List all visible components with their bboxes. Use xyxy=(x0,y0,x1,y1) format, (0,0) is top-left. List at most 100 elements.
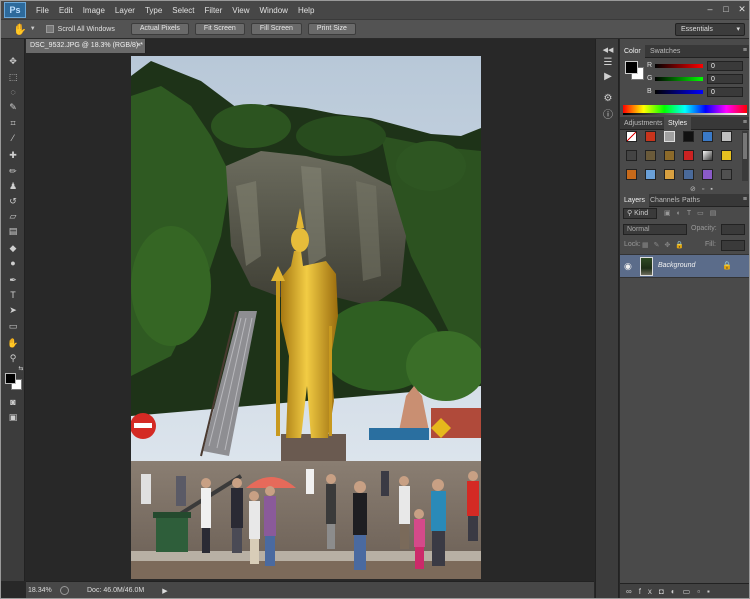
add-mask-icon[interactable]: ◘ xyxy=(659,587,671,596)
document-canvas[interactable] xyxy=(131,56,481,579)
quick-select-tool-icon[interactable]: ✎ xyxy=(7,101,19,113)
grayscale-ramp[interactable] xyxy=(623,113,747,115)
lasso-tool-icon[interactable]: ◌ xyxy=(7,86,19,98)
maximize-icon[interactable]: □ xyxy=(721,4,731,14)
tab-paths[interactable]: Paths xyxy=(678,194,704,207)
panel-menu-icon[interactable]: ≡ xyxy=(743,119,747,126)
tab-layers[interactable]: Layers xyxy=(620,194,650,207)
lock-transparency-icon[interactable]: ▦ xyxy=(642,242,654,249)
clone-stamp-tool-icon[interactable]: ♟ xyxy=(7,180,19,192)
blend-mode-select[interactable]: Normal xyxy=(623,224,687,235)
type-filter-icon[interactable]: T xyxy=(687,210,697,217)
style-swatch[interactable] xyxy=(683,169,694,180)
hand-tool-icon[interactable]: ✋ xyxy=(7,337,19,349)
close-document-icon[interactable]: × xyxy=(137,39,141,53)
lock-all-icon[interactable]: 🔒 xyxy=(675,242,689,249)
style-swatch[interactable] xyxy=(664,169,675,180)
document-size-info[interactable]: Doc: 46.0M/46.0M xyxy=(87,587,144,594)
tab-color[interactable]: Color xyxy=(620,45,645,58)
quick-mask-icon[interactable]: ◙ xyxy=(7,396,19,408)
new-adjustment-layer-icon[interactable]: ◐ xyxy=(671,587,683,596)
actions-panel-icon[interactable]: ▶ xyxy=(602,71,614,83)
shape-tool-icon[interactable]: ▭ xyxy=(7,320,19,332)
scroll-all-windows-checkbox[interactable] xyxy=(45,25,54,33)
style-swatch[interactable] xyxy=(702,169,713,180)
trash-icon[interactable]: ▪ xyxy=(707,587,717,596)
green-value-field[interactable]: 0 xyxy=(707,74,743,84)
style-swatch[interactable] xyxy=(626,131,637,142)
style-swatch[interactable] xyxy=(721,150,732,161)
style-swatch[interactable] xyxy=(664,131,675,142)
visibility-eye-icon[interactable]: ◉ xyxy=(624,261,632,272)
marquee-tool-icon[interactable]: ⬚ xyxy=(7,71,19,83)
foreground-color-swatch[interactable] xyxy=(5,373,16,384)
blue-slider[interactable] xyxy=(655,90,703,94)
clear-style-icon[interactable]: ⊘ xyxy=(690,186,702,193)
menu-type[interactable]: Type xyxy=(145,6,162,15)
red-slider[interactable] xyxy=(655,64,703,68)
new-group-icon[interactable]: ▭ xyxy=(683,587,698,596)
path-selection-tool-icon[interactable]: ➤ xyxy=(7,304,19,316)
history-brush-tool-icon[interactable]: ↺ xyxy=(7,195,19,207)
styles-scrollbar[interactable] xyxy=(742,131,748,181)
workspace-select[interactable]: Essentials ▾ xyxy=(675,23,745,36)
style-swatch[interactable] xyxy=(645,150,656,161)
layer-filter-select[interactable]: ⚲ Kind xyxy=(623,208,657,219)
style-swatch[interactable] xyxy=(721,131,732,142)
new-layer-icon[interactable]: ▫ xyxy=(697,587,707,596)
style-swatch[interactable] xyxy=(626,150,637,161)
menu-filter[interactable]: Filter xyxy=(205,6,223,15)
canvas-area[interactable] xyxy=(26,53,594,581)
smart-object-filter-icon[interactable]: ▤ xyxy=(710,210,723,217)
panel-menu-icon[interactable]: ≡ xyxy=(743,47,747,54)
style-swatch[interactable] xyxy=(664,150,675,161)
minimize-icon[interactable]: – xyxy=(705,4,715,14)
healing-brush-tool-icon[interactable]: ✚ xyxy=(7,149,19,161)
pen-tool-icon[interactable]: ✒ xyxy=(7,274,19,286)
hand-tool-icon[interactable]: ✋ xyxy=(13,23,27,36)
link-layers-icon[interactable]: ∞ xyxy=(626,587,639,596)
style-swatch[interactable] xyxy=(721,169,732,180)
menu-image[interactable]: Image xyxy=(83,6,105,15)
fit-screen-button[interactable]: Fit Screen xyxy=(194,23,245,35)
menu-help[interactable]: Help xyxy=(298,6,314,15)
layer-name[interactable]: Background xyxy=(658,262,695,269)
foreground-color-swatch[interactable] xyxy=(625,61,638,74)
eyedropper-tool-icon[interactable]: ⁄ xyxy=(7,132,19,144)
lock-pixels-icon[interactable]: ✎ xyxy=(654,242,665,249)
layer-row-background[interactable]: ◉ Background 🔒 xyxy=(620,254,749,278)
trash-icon[interactable]: ▪ xyxy=(710,186,718,193)
actual-pixels-button[interactable]: Actual Pixels xyxy=(130,23,189,35)
info-panel-icon[interactable]: ⓘ xyxy=(602,110,614,122)
tool-preset-chevron-down-icon[interactable]: ▼ xyxy=(30,26,36,32)
blue-value-field[interactable]: 0 xyxy=(707,87,743,97)
tab-adjustments[interactable]: Adjustments xyxy=(620,117,667,130)
shape-filter-icon[interactable]: ▭ xyxy=(697,210,710,217)
style-swatch[interactable] xyxy=(626,169,637,180)
eraser-tool-icon[interactable]: ▱ xyxy=(7,210,19,222)
color-spectrum-bar[interactable] xyxy=(623,105,747,113)
crop-tool-icon[interactable]: ⌗ xyxy=(7,117,19,129)
style-swatch[interactable] xyxy=(683,131,694,142)
properties-panel-icon[interactable]: ⚙ xyxy=(602,93,614,105)
screen-mode-icon[interactable]: ▣ xyxy=(7,411,19,423)
status-menu-arrow-icon[interactable]: ▶ xyxy=(162,587,167,595)
menu-window[interactable]: Window xyxy=(260,6,288,15)
gradient-tool-icon[interactable]: ▤ xyxy=(7,225,19,237)
history-panel-icon[interactable]: ☰ xyxy=(602,57,614,69)
layer-style-icon[interactable]: fx xyxy=(639,587,659,596)
menu-file[interactable]: File xyxy=(36,6,49,15)
blur-tool-icon[interactable]: ◆ xyxy=(7,242,19,254)
adjustment-filter-icon[interactable]: ◐ xyxy=(677,210,687,217)
menu-select[interactable]: Select xyxy=(172,6,194,15)
style-swatch[interactable] xyxy=(645,131,656,142)
style-swatch[interactable] xyxy=(645,169,656,180)
tab-styles[interactable]: Styles xyxy=(664,117,692,130)
panel-menu-icon[interactable]: ≡ xyxy=(743,196,747,203)
print-size-button[interactable]: Print Size xyxy=(307,23,356,35)
zoom-level-field[interactable]: 18.34% xyxy=(28,587,56,594)
lock-position-icon[interactable]: ✥ xyxy=(665,242,676,249)
tab-swatches[interactable]: Swatches xyxy=(646,45,684,58)
type-tool-icon[interactable]: T xyxy=(7,289,19,301)
menu-layer[interactable]: Layer xyxy=(115,6,135,15)
